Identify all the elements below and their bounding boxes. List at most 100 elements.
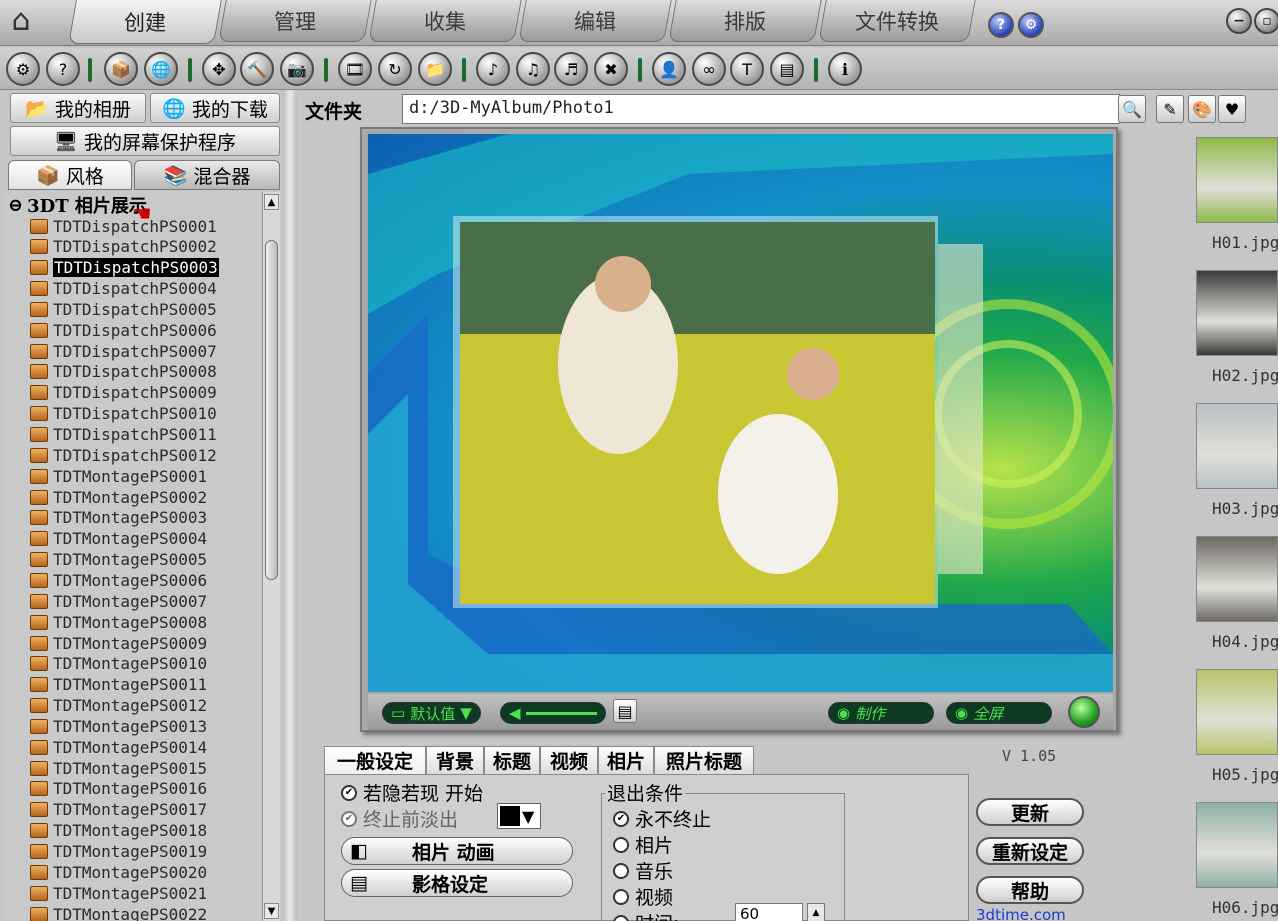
tree-item[interactable]: TDTMontagePS0015 [30, 758, 207, 778]
heart-icon[interactable]: ♥ [1218, 95, 1246, 123]
fade-in-checkbox[interactable]: ✔ 若隐若现 开始 [341, 779, 483, 806]
tree-item[interactable]: TDTMontagePS0013 [30, 716, 207, 736]
help-icon[interactable]: ? [46, 52, 80, 86]
film-icon[interactable]: 🎞 [338, 52, 372, 86]
thumbnail-image[interactable] [1196, 802, 1278, 888]
tab-3[interactable]: 收集 [368, 0, 522, 42]
default-dropdown[interactable]: ▭ 默认值 ▼ [382, 702, 481, 724]
home-icon[interactable]: ⌂ [2, 0, 40, 40]
tree-item[interactable]: TDTDispatchPS0012 [30, 445, 217, 465]
photo-animation-button[interactable]: ◧ 相片 动画 [341, 837, 573, 865]
help-button[interactable]: 帮助 [976, 876, 1084, 904]
volume-slider[interactable]: ◀ [500, 702, 606, 724]
tree-item[interactable]: TDTMontagePS0010 [30, 654, 207, 674]
exit-option[interactable]: 相片 [613, 831, 673, 858]
tree-item[interactable]: TDTMontagePS0006 [30, 570, 207, 590]
make-button[interactable]: ◉ 制作 [828, 702, 934, 724]
fade-color-picker[interactable]: ▼ [497, 803, 541, 829]
settings-tab[interactable]: 照片标题 [654, 746, 754, 774]
tree-item[interactable]: TDTMontagePS0008 [30, 612, 207, 632]
tree-item[interactable]: TDTMontagePS0007 [30, 591, 207, 611]
music-list-icon[interactable]: ♬ [554, 52, 588, 86]
tree-item[interactable]: TDTMontagePS0014 [30, 737, 207, 757]
settings-tab[interactable]: 背景 [426, 746, 484, 774]
tree-item[interactable]: TDTMontagePS0004 [30, 529, 207, 549]
notes-icon[interactable]: ▤ [613, 699, 637, 723]
tree-item[interactable]: TDTMontagePS0012 [30, 696, 207, 716]
fade-out-checkbox[interactable]: ✔ 终止前淡出 [341, 805, 458, 832]
thumbnail-image[interactable] [1196, 536, 1278, 622]
tree-item[interactable]: TDTMontagePS0021 [30, 883, 207, 903]
music-icon[interactable]: ♪ [476, 52, 510, 86]
tree-item[interactable]: TDTMontagePS0001 [30, 466, 207, 486]
tab-mixer[interactable]: 📚 混合器 [134, 160, 280, 190]
tools-icon[interactable]: 🔨 [240, 52, 274, 86]
help-icon[interactable]: ? [988, 12, 1014, 38]
tab-5[interactable]: 排版 [668, 0, 822, 42]
tree-item[interactable]: TDTMontagePS0018 [30, 821, 207, 841]
search-icon[interactable]: 🔍 [1118, 95, 1146, 123]
thumbnail-image[interactable] [1196, 137, 1278, 223]
music-add-icon[interactable]: ♫ [516, 52, 550, 86]
exit-option[interactable]: ✔ 永不终止 [613, 805, 711, 832]
globe-icon[interactable]: 🌐 [144, 52, 178, 86]
tree-item[interactable]: TDTDispatchPS0005 [30, 299, 217, 319]
settings-tab[interactable]: 相片 [598, 746, 654, 774]
update-button[interactable]: 更新 [976, 798, 1084, 826]
settings-tab[interactable]: 视频 [540, 746, 598, 774]
thumbnail-image[interactable] [1196, 403, 1278, 489]
tree-item[interactable]: TDTDispatchPS0002 [30, 237, 217, 257]
panel-splitter[interactable] [283, 90, 297, 921]
collapse-icon[interactable]: ⊖ [8, 195, 23, 216]
restore-icon[interactable]: ▫ [1254, 8, 1278, 34]
tab-1[interactable]: 创建 [68, 0, 222, 44]
tab-6[interactable]: 文件转换 [818, 0, 976, 42]
tree-item[interactable]: TDTDispatchPS0009 [30, 383, 217, 403]
tree-item[interactable]: TDTMontagePS0016 [30, 779, 207, 799]
album-box-icon[interactable]: 📦 [104, 52, 138, 86]
info-icon[interactable]: ℹ [828, 52, 862, 86]
tree-item[interactable]: TDTDispatchPS0003 [30, 258, 219, 278]
music-delete-icon[interactable]: ✖ [594, 52, 628, 86]
my-downloads-button[interactable]: 🌐 我的下载 [150, 93, 280, 123]
tree-item[interactable]: TDTDispatchPS0007 [30, 341, 217, 361]
tree-item[interactable]: TDTDispatchPS0008 [30, 362, 217, 382]
settings-icon[interactable]: ⚙ [1018, 12, 1044, 38]
fullscreen-button[interactable]: ◉ 全屏 [946, 702, 1052, 724]
time-input[interactable]: 60 [735, 903, 803, 921]
camera-icon[interactable]: 📷 [280, 52, 314, 86]
exit-option[interactable]: 音乐 [613, 857, 673, 884]
tree-item[interactable]: TDTDispatchPS0010 [30, 404, 217, 424]
my-album-button[interactable]: 📂 我的相册 [10, 93, 146, 123]
tree-root[interactable]: ⊖ 3DT 相片展示 [8, 192, 147, 218]
scroll-thumb[interactable] [265, 240, 278, 580]
tree-item[interactable]: TDTMontagePS0017 [30, 800, 207, 820]
tree-item[interactable]: TDTDispatchPS0001 [30, 216, 217, 236]
settings-tab[interactable]: 标题 [484, 746, 540, 774]
text-icon[interactable]: T [730, 52, 764, 86]
time-spinner-icon[interactable]: ▲ [807, 903, 825, 921]
website-link[interactable]: 3dtime.com [976, 906, 1066, 921]
palette-icon[interactable]: 🎨 [1188, 95, 1216, 123]
tree-item[interactable]: TDTMontagePS0003 [30, 508, 207, 528]
folder-icon[interactable]: 📁 [418, 52, 452, 86]
screensaver-button[interactable]: 🖥 我的屏幕保护程序 [10, 126, 280, 156]
tree-item[interactable]: TDTDispatchPS0011 [30, 425, 217, 445]
tab-2[interactable]: 管理 [218, 0, 372, 42]
folder-path-input[interactable]: d:/3D-MyAlbum/Photo1 [402, 94, 1120, 124]
film-strip-icon[interactable]: ▤ [770, 52, 804, 86]
frame-settings-button[interactable]: ▤ 影格设定 [341, 869, 573, 897]
move-icon[interactable]: ✥ [202, 52, 236, 86]
tree-scrollbar[interactable]: ▲ ▼ [262, 192, 280, 921]
settings-tab[interactable]: 一般设定 [324, 746, 426, 774]
tree-item[interactable]: TDTMontagePS0011 [30, 675, 207, 695]
play-button[interactable] [1068, 696, 1100, 728]
tab-4[interactable]: 编辑 [518, 0, 672, 42]
user-icon[interactable]: 👤 [652, 52, 686, 86]
exit-option[interactable]: 时间: [613, 909, 679, 921]
tree-item[interactable]: TDTMontagePS0002 [30, 487, 207, 507]
tree-item[interactable]: TDTMontagePS0019 [30, 842, 207, 862]
reset-button[interactable]: 重新设定 [976, 837, 1084, 865]
tree-item[interactable]: TDTDispatchPS0006 [30, 320, 217, 340]
settings-gear-icon[interactable]: ⚙ [6, 52, 40, 86]
